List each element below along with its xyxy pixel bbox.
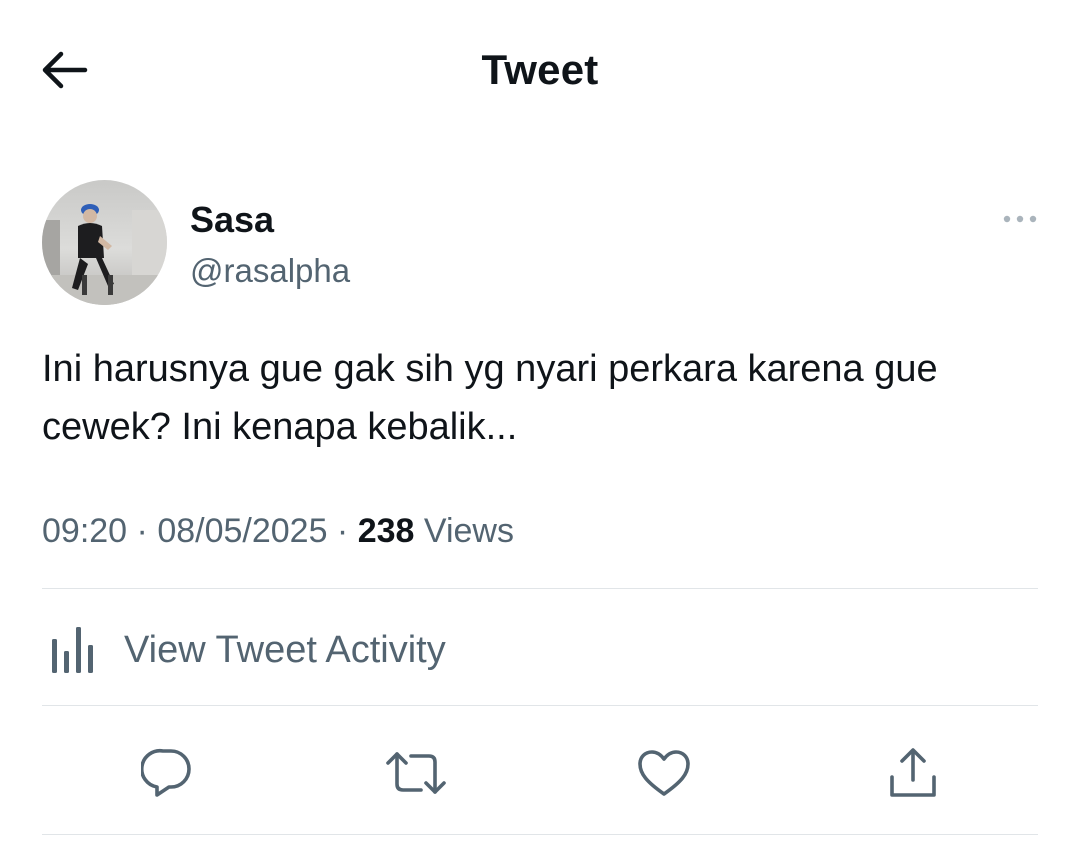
tweet-meta: 09:20 · 08/05/2025 · 238 Views — [42, 508, 514, 554]
page-title: Tweet — [481, 46, 599, 93]
divider — [42, 705, 1038, 706]
share-button[interactable] — [878, 738, 948, 808]
meta-separator: · — [327, 512, 358, 550]
divider — [42, 834, 1038, 835]
author-name[interactable]: Sasa — [190, 198, 274, 242]
tweet-time[interactable]: 09:20 — [42, 512, 127, 550]
more-dots-icon — [1003, 215, 1037, 223]
author-handle[interactable]: @rasalpha — [190, 250, 350, 292]
bar-chart-icon — [42, 620, 108, 680]
reply-button[interactable] — [132, 738, 202, 808]
activity-label: View Tweet Activity — [124, 629, 446, 671]
reply-icon — [141, 748, 191, 797]
view-tweet-activity-button[interactable]: View Tweet Activity — [42, 620, 1038, 680]
like-button[interactable] — [629, 738, 699, 808]
retweet-icon — [386, 752, 446, 794]
divider — [42, 588, 1038, 589]
views-label: Views — [414, 512, 514, 550]
share-icon — [890, 748, 936, 797]
retweet-button[interactable] — [381, 738, 451, 808]
views-count: 238 — [357, 512, 415, 550]
more-options-button[interactable] — [1000, 204, 1040, 234]
tweet-actions-bar — [0, 738, 1080, 808]
top-bar: Tweet — [0, 0, 1080, 140]
tweet-text: Ini harusnya gue gak sih yg nyari perkar… — [42, 348, 938, 448]
tweet-date[interactable]: 08/05/2025 — [157, 512, 327, 550]
like-icon — [638, 750, 690, 796]
tweet-author: Sasa @rasalpha — [42, 180, 1042, 310]
meta-separator: · — [127, 512, 158, 550]
avatar[interactable] — [42, 180, 167, 305]
